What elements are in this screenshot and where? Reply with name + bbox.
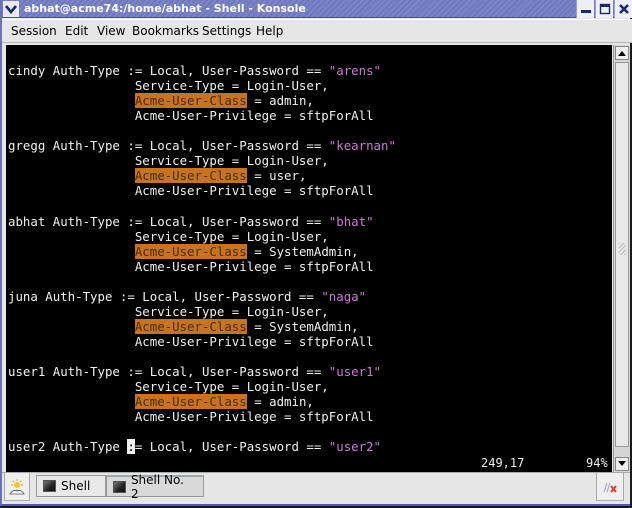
maximize-icon xyxy=(599,3,610,15)
tab-label: Shell No. 2 xyxy=(130,472,184,501)
text-segment: = user, xyxy=(246,168,307,184)
maximize-button[interactable] xyxy=(595,0,613,18)
text-segment: Service-Type = Login-User, xyxy=(8,303,329,319)
terminal-line: Acme-User-Privilege = sftpForAll xyxy=(8,259,374,274)
terminal-line: Service-Type = Login-User, xyxy=(8,304,329,319)
konsole-window: abhat@acme74:/home/abhat - Shell - Konso… xyxy=(0,0,632,506)
search-highlight: Acme-User-Class xyxy=(134,93,247,109)
terminal-line: cindy Auth-Type := Local, User-Password … xyxy=(8,63,381,78)
close-session-button[interactable] xyxy=(596,473,624,501)
terminal-line: Service-Type = Login-User, xyxy=(8,229,329,244)
tab-label: Shell xyxy=(61,479,91,493)
text-segment: Acme-User-Privilege = sftpForAll xyxy=(8,183,374,199)
terminal-line: Acme-User-Class = SystemAdmin, xyxy=(8,243,359,259)
string-literal: "bhat" xyxy=(328,213,374,229)
text-segment xyxy=(8,93,135,108)
menu-edit[interactable]: Edit xyxy=(65,24,88,38)
terminal-area[interactable]: 249,17 94% cindy Auth-Type := Local, Use… xyxy=(6,45,612,472)
terminal-line: Service-Type = Login-User, xyxy=(8,78,329,93)
new-session-button[interactable] xyxy=(4,473,30,501)
terminal-line: Acme-User-Class = SystemAdmin, xyxy=(8,318,359,334)
window-menu-button[interactable] xyxy=(3,1,19,17)
text-cursor: : xyxy=(127,439,135,455)
minimize-button[interactable] xyxy=(576,0,594,18)
scroll-up-button[interactable] xyxy=(615,46,629,60)
string-literal: "kearnan" xyxy=(328,138,396,154)
text-segment: Acme-User-Privilege = sftpForAll xyxy=(8,108,374,124)
text-segment: = admin, xyxy=(246,93,314,109)
tab-shell-no-2[interactable]: Shell No. 2 xyxy=(106,473,204,501)
menu-help[interactable]: Help xyxy=(256,24,283,38)
session-tab-bar: Shell Shell No. 2 xyxy=(2,472,630,502)
terminal-line: abhat Auth-Type := Local, User-Password … xyxy=(8,214,374,229)
string-literal: "user1" xyxy=(328,364,381,379)
terminal-line: Acme-User-Privilege = sftpForAll xyxy=(8,183,374,198)
text-segment: Service-Type = Login-User, xyxy=(8,228,329,244)
tab-shell[interactable]: Shell xyxy=(36,475,106,497)
cursor-position: 249,17 xyxy=(481,456,525,470)
text-segment: Acme-User-Privilege = sftpForAll xyxy=(8,333,374,349)
text-segment: user2 Auth-Type xyxy=(8,439,128,455)
scrollbar-thumb[interactable] xyxy=(615,62,629,447)
search-highlight: Acme-User-Class xyxy=(134,394,247,410)
menu-settings[interactable]: Settings xyxy=(202,24,251,38)
terminal-icon xyxy=(113,480,126,493)
text-segment: Service-Type = Login-User, xyxy=(8,78,329,94)
chevron-down-icon xyxy=(5,5,17,14)
arrow-down-icon xyxy=(618,461,626,466)
text-segment: abhat Auth-Type := Local, User-Password … xyxy=(8,213,329,229)
search-highlight: Acme-User-Class xyxy=(134,168,247,184)
scroll-percent: 94% xyxy=(586,456,608,470)
minimize-icon xyxy=(580,10,591,13)
string-literal: "naga" xyxy=(321,288,367,304)
vertical-scrollbar[interactable] xyxy=(613,45,630,472)
text-segment xyxy=(8,168,135,183)
menu-session[interactable]: Session xyxy=(11,24,57,38)
close-button[interactable] xyxy=(614,0,632,18)
text-segment: juna Auth-Type := Local, User-Password =… xyxy=(8,288,322,304)
scroll-down-button[interactable] xyxy=(615,457,629,471)
terminal-icon xyxy=(43,480,56,492)
text-segment: Acme-User-Privilege = sftpForAll xyxy=(8,258,374,274)
terminal-line: juna Auth-Type := Local, User-Password =… xyxy=(8,289,366,304)
menu-bar: Session Edit View Bookmarks Settings Hel… xyxy=(2,19,632,43)
title-bar[interactable]: abhat@acme74:/home/abhat - Shell - Konso… xyxy=(2,0,632,18)
text-segment xyxy=(8,244,135,259)
text-segment: = SystemAdmin, xyxy=(246,318,359,334)
terminal-line: Acme-User-Class = user, xyxy=(8,168,307,184)
terminal-line: user2 Auth-Type := Local, User-Password … xyxy=(8,439,382,455)
search-highlight: Acme-User-Class xyxy=(134,318,247,334)
text-segment: user1 Auth-Type := Local, User-Password … xyxy=(8,364,329,379)
terminal-line: Acme-User-Privilege = sftpForAll xyxy=(8,409,374,424)
close-session-icon xyxy=(603,482,617,493)
terminal-line: gregg Auth-Type := Local, User-Password … xyxy=(8,138,396,153)
search-highlight: Acme-User-Class xyxy=(134,243,247,259)
string-literal: "user2" xyxy=(328,439,382,455)
terminal-line: Acme-User-Class = admin, xyxy=(8,394,314,410)
close-icon xyxy=(618,4,629,14)
menu-view[interactable]: View xyxy=(97,24,125,38)
text-segment: Service-Type = Login-User, xyxy=(8,153,329,169)
terminal-line: Service-Type = Login-User, xyxy=(8,153,329,168)
terminal-line: Service-Type = Login-User, xyxy=(8,379,329,394)
text-segment: = admin, xyxy=(246,394,314,410)
new-session-icon xyxy=(9,478,25,494)
terminal-line: user1 Auth-Type := Local, User-Password … xyxy=(8,364,381,379)
text-segment xyxy=(8,319,135,334)
text-segment: Service-Type = Login-User, xyxy=(8,379,329,395)
text-segment: gregg Auth-Type := Local, User-Password … xyxy=(8,138,329,154)
text-segment: = Local, User-Password == xyxy=(134,439,329,455)
text-segment: Acme-User-Privilege = sftpForAll xyxy=(8,409,374,425)
terminal-line: Acme-User-Privilege = sftpForAll xyxy=(8,334,374,349)
string-literal: "arens" xyxy=(328,63,381,78)
text-segment xyxy=(8,394,135,409)
arrow-up-icon xyxy=(618,51,626,56)
menu-bookmarks[interactable]: Bookmarks xyxy=(132,24,199,38)
window-title: abhat@acme74:/home/abhat - Shell - Konso… xyxy=(24,2,306,15)
terminal-line: Acme-User-Class = admin, xyxy=(8,93,314,109)
terminal-line: Acme-User-Privilege = sftpForAll xyxy=(8,108,374,123)
text-segment: = SystemAdmin, xyxy=(246,243,359,259)
text-segment: cindy Auth-Type := Local, User-Password … xyxy=(8,63,329,78)
grip-icon xyxy=(619,243,626,255)
